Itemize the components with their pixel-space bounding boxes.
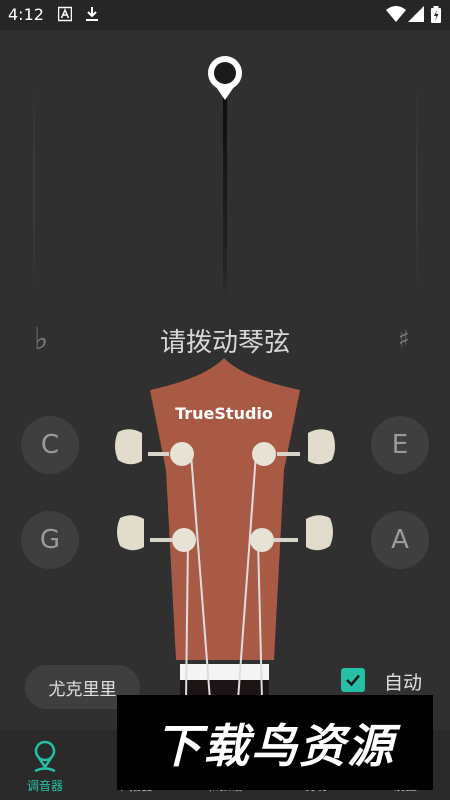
tuner-pin-icon <box>34 740 56 773</box>
auto-label: 自动 <box>384 672 423 694</box>
brand-label: TrueStudio <box>175 404 273 423</box>
string-button-a[interactable]: A <box>371 511 429 569</box>
string-button-e[interactable]: E <box>371 416 429 474</box>
checkmark-icon <box>346 674 360 687</box>
auto-checkbox[interactable] <box>341 668 365 692</box>
nav-tuner[interactable]: 调音器 <box>0 730 90 800</box>
string-button-c[interactable]: C <box>21 416 79 474</box>
watermark-text: 下载鸟资源 <box>155 718 395 773</box>
watermark-banner: 下载鸟资源 <box>117 695 433 790</box>
ukulele-headstock <box>115 358 335 720</box>
string-button-g[interactable]: G <box>21 511 79 569</box>
nav-tuner-label: 调音器 <box>26 779 63 793</box>
